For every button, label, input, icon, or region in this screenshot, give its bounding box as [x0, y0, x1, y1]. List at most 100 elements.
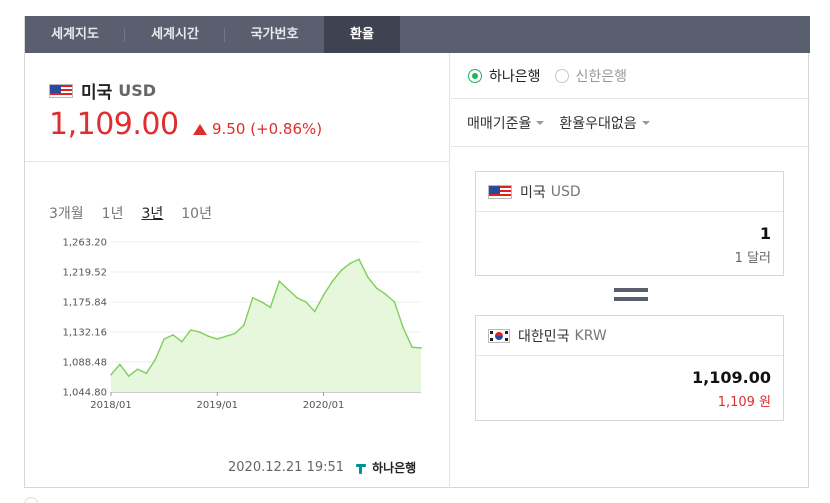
to-currency-select[interactable]: 대한민국 KRW: [476, 316, 783, 356]
kr-flag-icon: [488, 328, 510, 343]
rate-options: 매매기준율 환율우대없음: [451, 99, 810, 147]
period-selector: 3개월 1년 3년 10년: [49, 203, 230, 223]
data-point: [198, 331, 201, 333]
to-currency-box: 대한민국 KRW 1,109.00 1,109 원: [475, 315, 784, 421]
from-currency-box: 미국 USD 1 1 달러: [475, 171, 784, 276]
data-point: [136, 368, 139, 370]
tab-country-code[interactable]: 국가번호: [225, 16, 324, 53]
data-point: [119, 363, 121, 366]
period-10y[interactable]: 10년: [181, 203, 212, 223]
bank-logo-text: 하나은행: [372, 461, 417, 475]
data-point: [384, 293, 387, 296]
data-point: [411, 346, 413, 349]
rate-type-dropdown[interactable]: 매매기준율: [467, 113, 545, 133]
current-rate: 1,109.00: [49, 107, 179, 142]
data-point: [154, 358, 157, 361]
data-point: [349, 262, 351, 265]
y-tick-label: 1,175.84: [62, 298, 107, 309]
x-tick-label: 2018/01: [90, 400, 132, 411]
bank-radio-hana[interactable]: 하나은행: [468, 66, 541, 86]
data-point: [216, 338, 219, 340]
x-tick-label: 2019/01: [197, 400, 239, 411]
rate-panel: 미국 USD 1,109.00 9.50 (+0.86%) 3개월 1년 3년 …: [25, 53, 450, 488]
bank-label: 하나은행: [489, 68, 541, 85]
converter-panel: 하나은행 신한은행 매매기준율 환율우대없음 미국 USD 1 1 달러 대한민…: [451, 53, 810, 488]
y-tick-label: 1,263.20: [62, 238, 107, 249]
data-point: [181, 340, 183, 343]
to-unit-text: 1,109 원: [717, 395, 771, 410]
data-point: [375, 287, 378, 289]
bank-label: 신한은행: [575, 68, 628, 85]
from-amount: 1: [759, 224, 771, 243]
from-currency-select[interactable]: 미국 USD: [476, 172, 783, 212]
period-3m[interactable]: 3개월: [49, 203, 84, 223]
to-amount-input[interactable]: 1,109.00 1,109 원: [476, 356, 783, 410]
period-1y[interactable]: 1년: [102, 203, 124, 223]
data-point: [393, 301, 396, 303]
data-point: [234, 332, 236, 335]
data-point: [110, 373, 112, 376]
bank-selector: 하나은행 신한은행: [451, 53, 810, 99]
data-point: [127, 375, 130, 377]
data-point: [287, 288, 289, 291]
country-name: 미국: [81, 83, 113, 103]
rate-change: 9.50 (+0.86%): [193, 120, 322, 138]
data-point: [225, 335, 227, 338]
dropdown-label: 매매기준율: [467, 115, 532, 132]
period-3y[interactable]: 3년: [141, 203, 163, 223]
chart-footer: 2020.12.21 19:51 하나은행: [228, 459, 416, 476]
tab-world-map[interactable]: 세계지도: [25, 16, 125, 53]
data-point: [358, 258, 360, 261]
radio-unselected-icon: [554, 68, 569, 83]
data-point: [163, 338, 165, 340]
from-unit-text: 1 달러: [734, 251, 771, 266]
preference-dropdown[interactable]: 환율우대없음: [559, 113, 650, 133]
dropdown-label: 환율우대없음: [559, 115, 637, 132]
tab-exchange-rate[interactable]: 환율: [324, 16, 400, 53]
to-country: 대한민국: [518, 328, 570, 345]
indicator-circle: [24, 497, 38, 503]
equals-icon: [614, 288, 648, 306]
tab-world-time[interactable]: 세계시간: [125, 16, 225, 53]
data-point: [305, 301, 307, 303]
to-currency-code: KRW: [574, 327, 607, 344]
from-country: 미국: [520, 184, 546, 201]
data-point: [322, 294, 325, 296]
data-point: [172, 334, 174, 336]
y-tick-label: 1,132.16: [62, 328, 107, 339]
data-point: [251, 296, 254, 299]
country-title: 미국 USD: [49, 78, 156, 103]
data-point: [189, 329, 192, 331]
y-tick-label: 1,044.80: [62, 388, 107, 399]
area-fill: [111, 259, 421, 392]
from-amount-input[interactable]: 1 1 달러: [476, 212, 783, 266]
up-arrow-icon: [193, 123, 207, 135]
data-point: [340, 269, 343, 272]
data-point: [269, 306, 272, 309]
change-value: 9.50: [212, 120, 246, 138]
data-point: [367, 276, 369, 278]
data-point: [243, 324, 245, 327]
rate-chart: 1,263.20 1,219.52 1,175.84 1,132.16 1,088.48…: [62, 238, 422, 411]
tab-bar: 세계지도 세계시간 국가번호 환율: [25, 16, 810, 53]
data-point: [260, 301, 263, 303]
y-tick-label: 1,088.48: [62, 358, 107, 369]
data-point: [402, 327, 405, 329]
chevron-down-icon: [641, 120, 650, 125]
data-point: [296, 296, 298, 299]
to-amount: 1,109.00: [692, 368, 771, 387]
us-flag-icon: [49, 83, 73, 98]
bank-radio-shinhan[interactable]: 신한은행: [554, 66, 628, 86]
exchange-widget: 세계지도 세계시간 국가번호 환율 미국 USD 1,109.00 9.50 (…: [24, 16, 810, 488]
data-point: [207, 335, 210, 338]
data-point: [313, 310, 316, 313]
x-tick-label: 2020/01: [303, 400, 345, 411]
data-point: [145, 372, 148, 375]
rate-summary: 미국 USD 1,109.00 9.50 (+0.86%): [25, 53, 450, 162]
update-timestamp: 2020.12.21 19:51: [228, 460, 345, 475]
bank-logo: 하나은행: [354, 459, 416, 476]
y-tick-label: 1,219.52: [62, 268, 107, 279]
hana-bank-logo-icon: [354, 461, 368, 475]
data-point: [331, 280, 334, 283]
change-percent: (+0.86%): [250, 120, 323, 138]
